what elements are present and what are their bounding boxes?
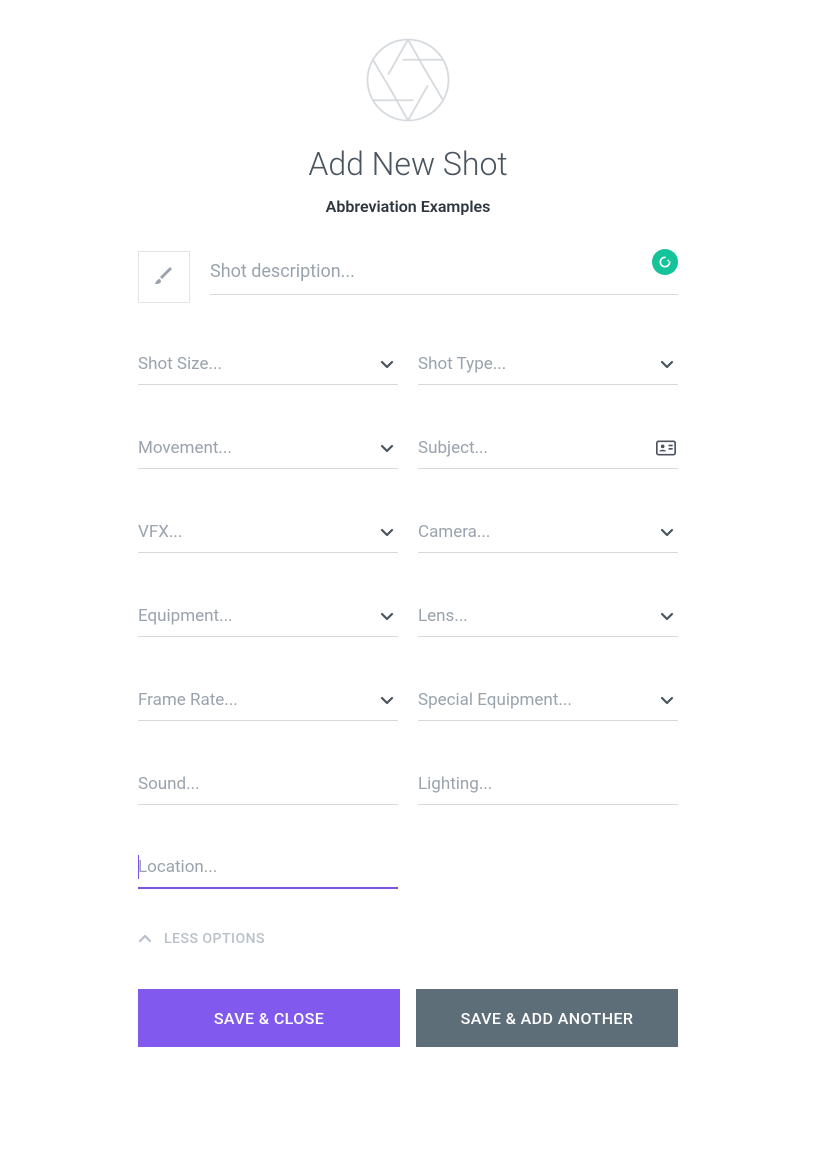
brush-icon [152,265,176,289]
button-row: SAVE & CLOSE SAVE & ADD ANOTHER [138,989,678,1047]
thumbnail-button[interactable] [138,251,190,303]
lighting-field[interactable] [418,763,678,805]
grammarly-icon[interactable] [652,249,678,275]
frame-rate-select[interactable] [138,679,398,721]
lens-select[interactable] [418,595,678,637]
location-field[interactable] [138,847,398,889]
chevron-down-icon [380,525,394,539]
chevron-down-icon [660,609,674,623]
vfx-input[interactable] [138,522,398,542]
subject-field[interactable] [418,427,678,469]
text-caret [138,855,139,879]
subject-input[interactable] [418,438,678,458]
sound-input[interactable] [138,774,398,794]
save-close-button[interactable]: SAVE & CLOSE [138,989,400,1047]
shot-type-select[interactable] [418,343,678,385]
movement-select[interactable] [138,427,398,469]
shot-type-input[interactable] [418,354,678,374]
chevron-down-icon [380,693,394,707]
shot-description-input[interactable] [210,251,678,295]
lens-input[interactable] [418,606,678,626]
chevron-down-icon [380,609,394,623]
chevron-down-icon [380,357,394,371]
shot-size-select[interactable] [138,343,398,385]
lighting-input[interactable] [418,774,678,794]
contact-card-icon[interactable] [656,440,676,456]
add-shot-dialog: Add New Shot Abbreviation Examples [138,0,678,1047]
camera-select[interactable] [418,511,678,553]
chevron-down-icon [660,693,674,707]
dialog-subtitle[interactable]: Abbreviation Examples [138,197,678,216]
description-row [138,251,678,303]
location-input[interactable] [138,857,398,877]
less-options-label: LESS OPTIONS [164,931,265,947]
special-equipment-input[interactable] [418,690,678,710]
chevron-down-icon [660,357,674,371]
special-equipment-select[interactable] [418,679,678,721]
sound-field[interactable] [138,763,398,805]
description-field [210,251,678,295]
save-add-another-button[interactable]: SAVE & ADD ANOTHER [416,989,678,1047]
vfx-select[interactable] [138,511,398,553]
chevron-down-icon [380,441,394,455]
equipment-select[interactable] [138,595,398,637]
camera-input[interactable] [418,522,678,542]
fields-grid [138,343,678,889]
dialog-title: Add New Shot [138,145,678,183]
chevron-up-icon [138,932,152,946]
equipment-input[interactable] [138,606,398,626]
aperture-icon [363,35,453,125]
dialog-header: Add New Shot Abbreviation Examples [138,35,678,216]
movement-input[interactable] [138,438,398,458]
frame-rate-input[interactable] [138,690,398,710]
chevron-down-icon [660,525,674,539]
shot-size-input[interactable] [138,354,398,374]
less-options-toggle[interactable]: LESS OPTIONS [138,931,678,947]
